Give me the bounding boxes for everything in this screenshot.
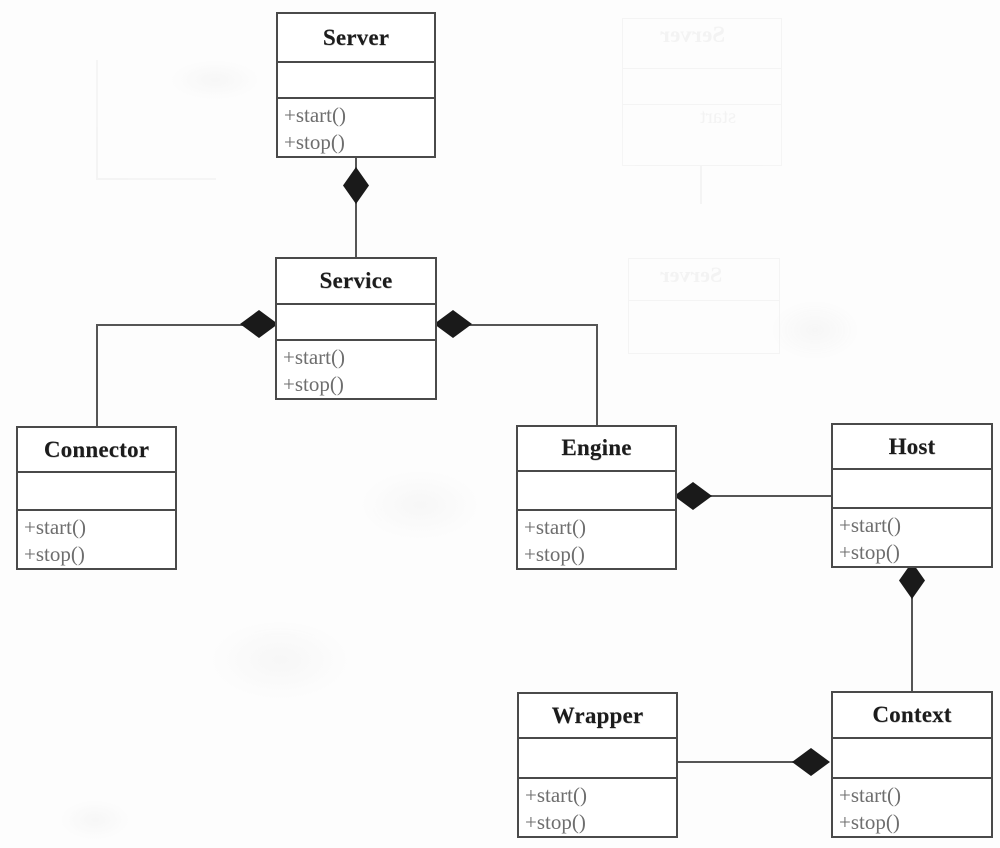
- ghost-class-box-mid: [628, 258, 780, 354]
- uml-class-name-connector: Connector: [18, 428, 175, 474]
- line-service-to-connector-vertical: [96, 324, 98, 428]
- uml-operation: +stop(): [284, 130, 345, 154]
- uml-operation: +start(): [524, 515, 586, 539]
- ghost-smudge: [770, 300, 860, 360]
- uml-class-host[interactable]: Host +start() +stop(): [831, 423, 993, 568]
- ghost-text-start: start: [700, 104, 737, 128]
- ghost-separator: [622, 68, 782, 69]
- ghost-smudge: [170, 60, 260, 100]
- uml-operation: +start(): [24, 515, 86, 539]
- line-service-to-engine-horizontal: [464, 324, 598, 326]
- ghost-connector-line: [700, 166, 702, 204]
- uml-operations-wrapper: +start() +stop(): [519, 779, 676, 836]
- uml-operations-connector: +start() +stop(): [18, 511, 175, 568]
- ghost-text-server: Server: [660, 22, 726, 47]
- line-service-to-connector-horizontal: [96, 324, 252, 326]
- uml-class-name-engine: Engine: [518, 427, 675, 472]
- line-engine-to-host: [700, 495, 833, 497]
- uml-operations-context: +start() +stop(): [833, 779, 991, 836]
- uml-attributes-host: [833, 470, 991, 509]
- uml-attributes-server: [278, 63, 434, 99]
- uml-operations-service: +start() +stop(): [277, 341, 435, 398]
- ghost-stray-line: [96, 60, 98, 180]
- uml-operation: +stop(): [283, 372, 344, 396]
- uml-class-context[interactable]: Context +start() +stop(): [831, 691, 993, 838]
- uml-attributes-connector: [18, 473, 175, 511]
- uml-operation: +stop(): [839, 540, 900, 564]
- ghost-smudge: [60, 800, 130, 840]
- uml-attributes-service: [277, 305, 435, 341]
- uml-class-name-context: Context: [833, 693, 991, 740]
- uml-class-name-wrapper: Wrapper: [519, 694, 676, 740]
- uml-operation: +start(): [839, 783, 901, 807]
- uml-operations-host: +start() +stop(): [833, 509, 991, 566]
- uml-operation: +stop(): [525, 810, 586, 834]
- uml-class-engine[interactable]: Engine +start() +stop(): [516, 425, 677, 570]
- composition-diamond-server: [343, 167, 369, 204]
- ghost-stray-line: [96, 178, 216, 180]
- uml-operation: +stop(): [839, 810, 900, 834]
- composition-diamond-context-left: [792, 748, 830, 776]
- uml-operation: +start(): [839, 513, 901, 537]
- composition-diamond-service-right: [434, 310, 472, 338]
- uml-class-name-service: Service: [277, 259, 435, 305]
- ghost-separator: [628, 300, 780, 301]
- uml-class-wrapper[interactable]: Wrapper +start() +stop(): [517, 692, 678, 838]
- ghost-text-server-2: Server: [660, 262, 723, 287]
- line-service-to-engine-vertical: [596, 324, 598, 427]
- uml-operation: +stop(): [24, 542, 85, 566]
- uml-class-name-host: Host: [833, 425, 991, 471]
- uml-class-server[interactable]: Server +start() +stop(): [276, 12, 436, 158]
- uml-operation: +stop(): [524, 542, 585, 566]
- composition-diamond-service-left: [240, 310, 278, 338]
- ghost-smudge: [360, 470, 480, 540]
- uml-operation: +start(): [284, 103, 346, 127]
- uml-attributes-wrapper: [519, 739, 676, 779]
- uml-operation: +start(): [525, 783, 587, 807]
- uml-attributes-engine: [518, 472, 675, 511]
- line-context-to-wrapper: [676, 761, 808, 763]
- uml-class-name-server: Server: [278, 14, 434, 64]
- composition-diamond-engine-right: [674, 482, 712, 510]
- uml-class-connector[interactable]: Connector +start() +stop(): [16, 426, 177, 570]
- ghost-separator: [622, 104, 782, 105]
- uml-diagram-canvas: Server start Server Server +start() +sto…: [0, 0, 1000, 848]
- uml-attributes-context: [833, 739, 991, 779]
- uml-operations-server: +start() +stop(): [278, 99, 434, 156]
- ghost-class-box-top: [622, 18, 782, 166]
- uml-operations-engine: +start() +stop(): [518, 511, 675, 568]
- uml-operation: +start(): [283, 345, 345, 369]
- uml-class-service[interactable]: Service +start() +stop(): [275, 257, 437, 400]
- ghost-smudge: [210, 620, 350, 700]
